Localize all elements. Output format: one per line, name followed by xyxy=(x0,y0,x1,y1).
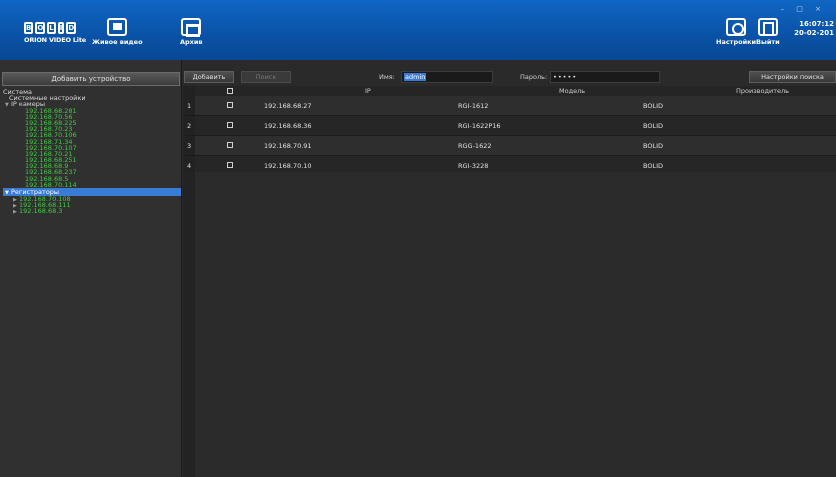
name-label: Имя: xyxy=(379,73,395,81)
logo-letter: L xyxy=(47,22,56,34)
row-checkbox[interactable] xyxy=(227,102,233,108)
row-number-column xyxy=(183,172,195,477)
logo-subtitle: ORION VIDEO Lite xyxy=(24,36,86,44)
archive-label: Архив xyxy=(180,38,203,46)
gear-icon xyxy=(726,18,747,36)
row-checkbox[interactable] xyxy=(227,162,233,168)
row-ip: 192.168.70.91 xyxy=(264,142,312,150)
window-controls[interactable]: – □ × xyxy=(781,5,826,13)
add-button[interactable]: Добавить xyxy=(184,71,234,83)
clock: 16:07:12 20-02-201 xyxy=(794,20,834,38)
select-all-checkbox[interactable] xyxy=(227,88,233,94)
logo-letter: I xyxy=(57,22,65,34)
top-bar: B O L I D ORION VIDEO Lite Живое видео А… xyxy=(0,0,836,60)
row-number: 4 xyxy=(187,162,192,170)
bolid-logo: B O L I D ORION VIDEO Lite xyxy=(24,22,86,44)
settings-button[interactable]: Настройки xyxy=(716,18,756,46)
table-row[interactable]: 1 192.168.68.27 RGI-1612 BOLID xyxy=(183,96,836,116)
row-checkbox[interactable] xyxy=(227,122,233,128)
row-model: RGI-3228 xyxy=(458,162,489,170)
live-video-label: Живое видео xyxy=(92,38,143,46)
row-checkbox[interactable] xyxy=(227,142,233,148)
logo-word: B O L I D xyxy=(24,22,77,34)
search-settings-button[interactable]: Настройки поиска xyxy=(749,71,836,83)
device-tree-panel: Добавить устройство Система Системные на… xyxy=(0,60,182,477)
table-empty-area xyxy=(183,172,836,477)
table-row[interactable]: 2 192.168.68.36 RGI-1622P16 BOLID xyxy=(183,116,836,136)
archive-button[interactable]: Архив xyxy=(180,18,203,46)
device-tree: Система Системные настройки ▼ IP камеры 1… xyxy=(3,89,181,215)
row-number: 2 xyxy=(187,122,192,130)
row-model: RGI-1612 xyxy=(458,102,489,110)
search-button[interactable]: Поиск xyxy=(241,71,291,83)
row-manufacturer: BOLID xyxy=(643,122,664,130)
tree-label: 192.168.68.3 xyxy=(19,207,63,216)
row-manufacturer: BOLID xyxy=(643,102,664,110)
header-model[interactable]: Модель xyxy=(559,87,585,95)
logo-letter: O xyxy=(35,22,46,34)
table-header: IP Модель Производитель xyxy=(183,86,836,96)
live-video-button[interactable]: Живое видео xyxy=(92,18,143,46)
row-ip: 192.168.70.10 xyxy=(264,162,312,170)
search-toolbar: Добавить Поиск Имя: admin Пароль: ••••• … xyxy=(183,70,836,84)
row-number: 1 xyxy=(187,102,192,110)
row-number: 3 xyxy=(187,142,192,150)
clock-date: 20-02-201 xyxy=(794,29,834,37)
name-field[interactable]: admin xyxy=(401,71,493,83)
device-table: IP Модель Производитель 1 192.168.68.27 … xyxy=(183,86,836,176)
row-ip: 192.168.68.36 xyxy=(264,122,312,130)
exit-label: Выйти xyxy=(756,38,780,46)
password-label: Пароль: xyxy=(520,73,548,81)
row-manufacturer: BOLID xyxy=(643,142,664,150)
row-manufacturer: BOLID xyxy=(643,162,664,170)
exit-icon xyxy=(757,18,778,36)
table-row[interactable]: 3 192.168.70.91 RGG-1622 BOLID xyxy=(183,136,836,156)
row-model: RGG-1622 xyxy=(458,142,492,150)
header-ip[interactable]: IP xyxy=(365,87,371,95)
tree-item-registrator[interactable]: ▶ 192.168.68.3 xyxy=(3,207,181,216)
logo-letter: D xyxy=(66,22,77,34)
row-model: RGI-1622P16 xyxy=(458,122,501,130)
add-device-button[interactable]: Добавить устройство xyxy=(2,72,180,86)
logo-letter: B xyxy=(24,22,34,34)
clock-time: 16:07:12 xyxy=(799,20,834,28)
film-icon xyxy=(107,18,128,36)
header-manufacturer[interactable]: Производитель xyxy=(736,87,789,95)
folder-icon xyxy=(181,18,202,37)
password-field[interactable]: ••••• xyxy=(550,71,660,83)
row-number-column xyxy=(183,86,195,96)
settings-label: Настройки xyxy=(716,38,757,46)
name-value: admin xyxy=(404,73,427,81)
row-ip: 192.168.68.27 xyxy=(264,102,312,110)
exit-button[interactable]: Выйти xyxy=(756,18,780,46)
